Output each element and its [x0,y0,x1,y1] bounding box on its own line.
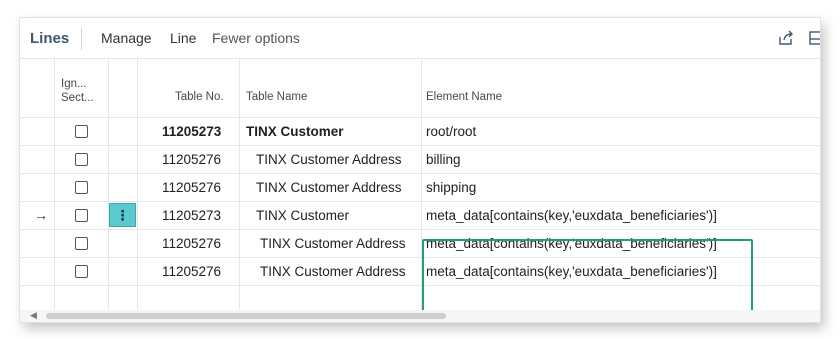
table-no-cell[interactable]: 11205276 [162,230,221,258]
column-header-element-name[interactable]: Element Name [426,90,502,104]
element-name-cell[interactable]: billing [426,146,461,174]
scroll-left-icon[interactable]: ◀ [30,310,37,321]
column-header-ignore-section[interactable]: Ign... Sect... [61,77,94,105]
ignore-section-checkbox[interactable] [75,237,88,250]
table-name-cell[interactable]: TINX Customer [256,202,349,230]
ellipsis-vertical-icon[interactable]: ⋮ [109,203,136,227]
table-no-cell[interactable]: 11205276 [162,258,221,286]
scrollbar-thumb[interactable] [46,313,446,319]
table-row[interactable]: 11205276 TINX Customer Address meta_data[c… [20,257,820,286]
ignore-section-checkbox[interactable] [75,181,88,194]
empty-row [20,285,820,310]
table-no-cell[interactable]: 11205273 [162,202,221,230]
table-row[interactable]: 11205276 TINX Customer Address meta_data[c… [20,229,820,258]
table-no-cell[interactable]: 11205273 [162,118,221,146]
panel-icon[interactable] [808,29,820,47]
element-name-cell[interactable]: meta_data[contains(key,'euxdata_benefici… [426,230,717,258]
column-header-table-name[interactable]: Table Name [246,90,307,104]
table-name-cell[interactable]: TINX Customer [246,118,344,146]
column-header-label: Ign... [61,78,87,90]
grid-header: Ign... Sect... Table No. Table Name Elem… [20,59,820,117]
table-no-cell[interactable]: 11205276 [162,146,221,174]
column-header-table-no[interactable]: Table No. [175,90,224,104]
table-name-cell[interactable]: TINX Customer Address [256,174,402,202]
element-name-cell[interactable]: meta_data[contains(key,'euxdata_benefici… [426,202,717,230]
manage-menu[interactable]: Manage [101,30,152,46]
lines-title[interactable]: Lines [30,30,69,47]
horizontal-scrollbar[interactable]: ◀ [20,310,820,322]
table-row[interactable]: 11205276 TINX Customer Address shipping [20,173,820,202]
element-name-cell[interactable]: root/root [426,118,476,146]
share-icon[interactable] [777,29,795,47]
lines-grid: Ign... Sect... Table No. Table Name Elem… [20,59,820,322]
table-name-cell[interactable]: TINX Customer Address [260,258,406,286]
lines-part: Lines Manage Line Fewer options Ign... S… [20,18,820,322]
element-name-cell[interactable]: meta_data[contains(key,'euxdata_benefici… [426,258,717,286]
lines-toolbar: Lines Manage Line Fewer options [20,18,820,59]
ignore-section-checkbox[interactable] [75,209,88,222]
ignore-section-checkbox[interactable] [75,125,88,138]
element-name-cell[interactable]: shipping [426,174,476,202]
column-header-label: Sect... [61,92,94,104]
fewer-options-button[interactable]: Fewer options [212,30,300,46]
ignore-section-checkbox[interactable] [75,153,88,166]
table-row[interactable]: 11205276 TINX Customer Address billing [20,145,820,174]
toolbar-divider [81,28,82,50]
table-name-cell[interactable]: TINX Customer Address [256,146,402,174]
table-name-cell[interactable]: TINX Customer Address [260,230,406,258]
table-no-cell[interactable]: 11205276 [162,174,221,202]
line-menu[interactable]: Line [170,30,196,46]
arrow-right-icon: → [34,207,48,223]
ignore-section-checkbox[interactable] [75,265,88,278]
table-row[interactable]: 11205273 TINX Customer root/root [20,117,820,146]
table-row[interactable]: → ⋮ 11205273 TINX Customer meta_data[contain… [20,201,820,230]
